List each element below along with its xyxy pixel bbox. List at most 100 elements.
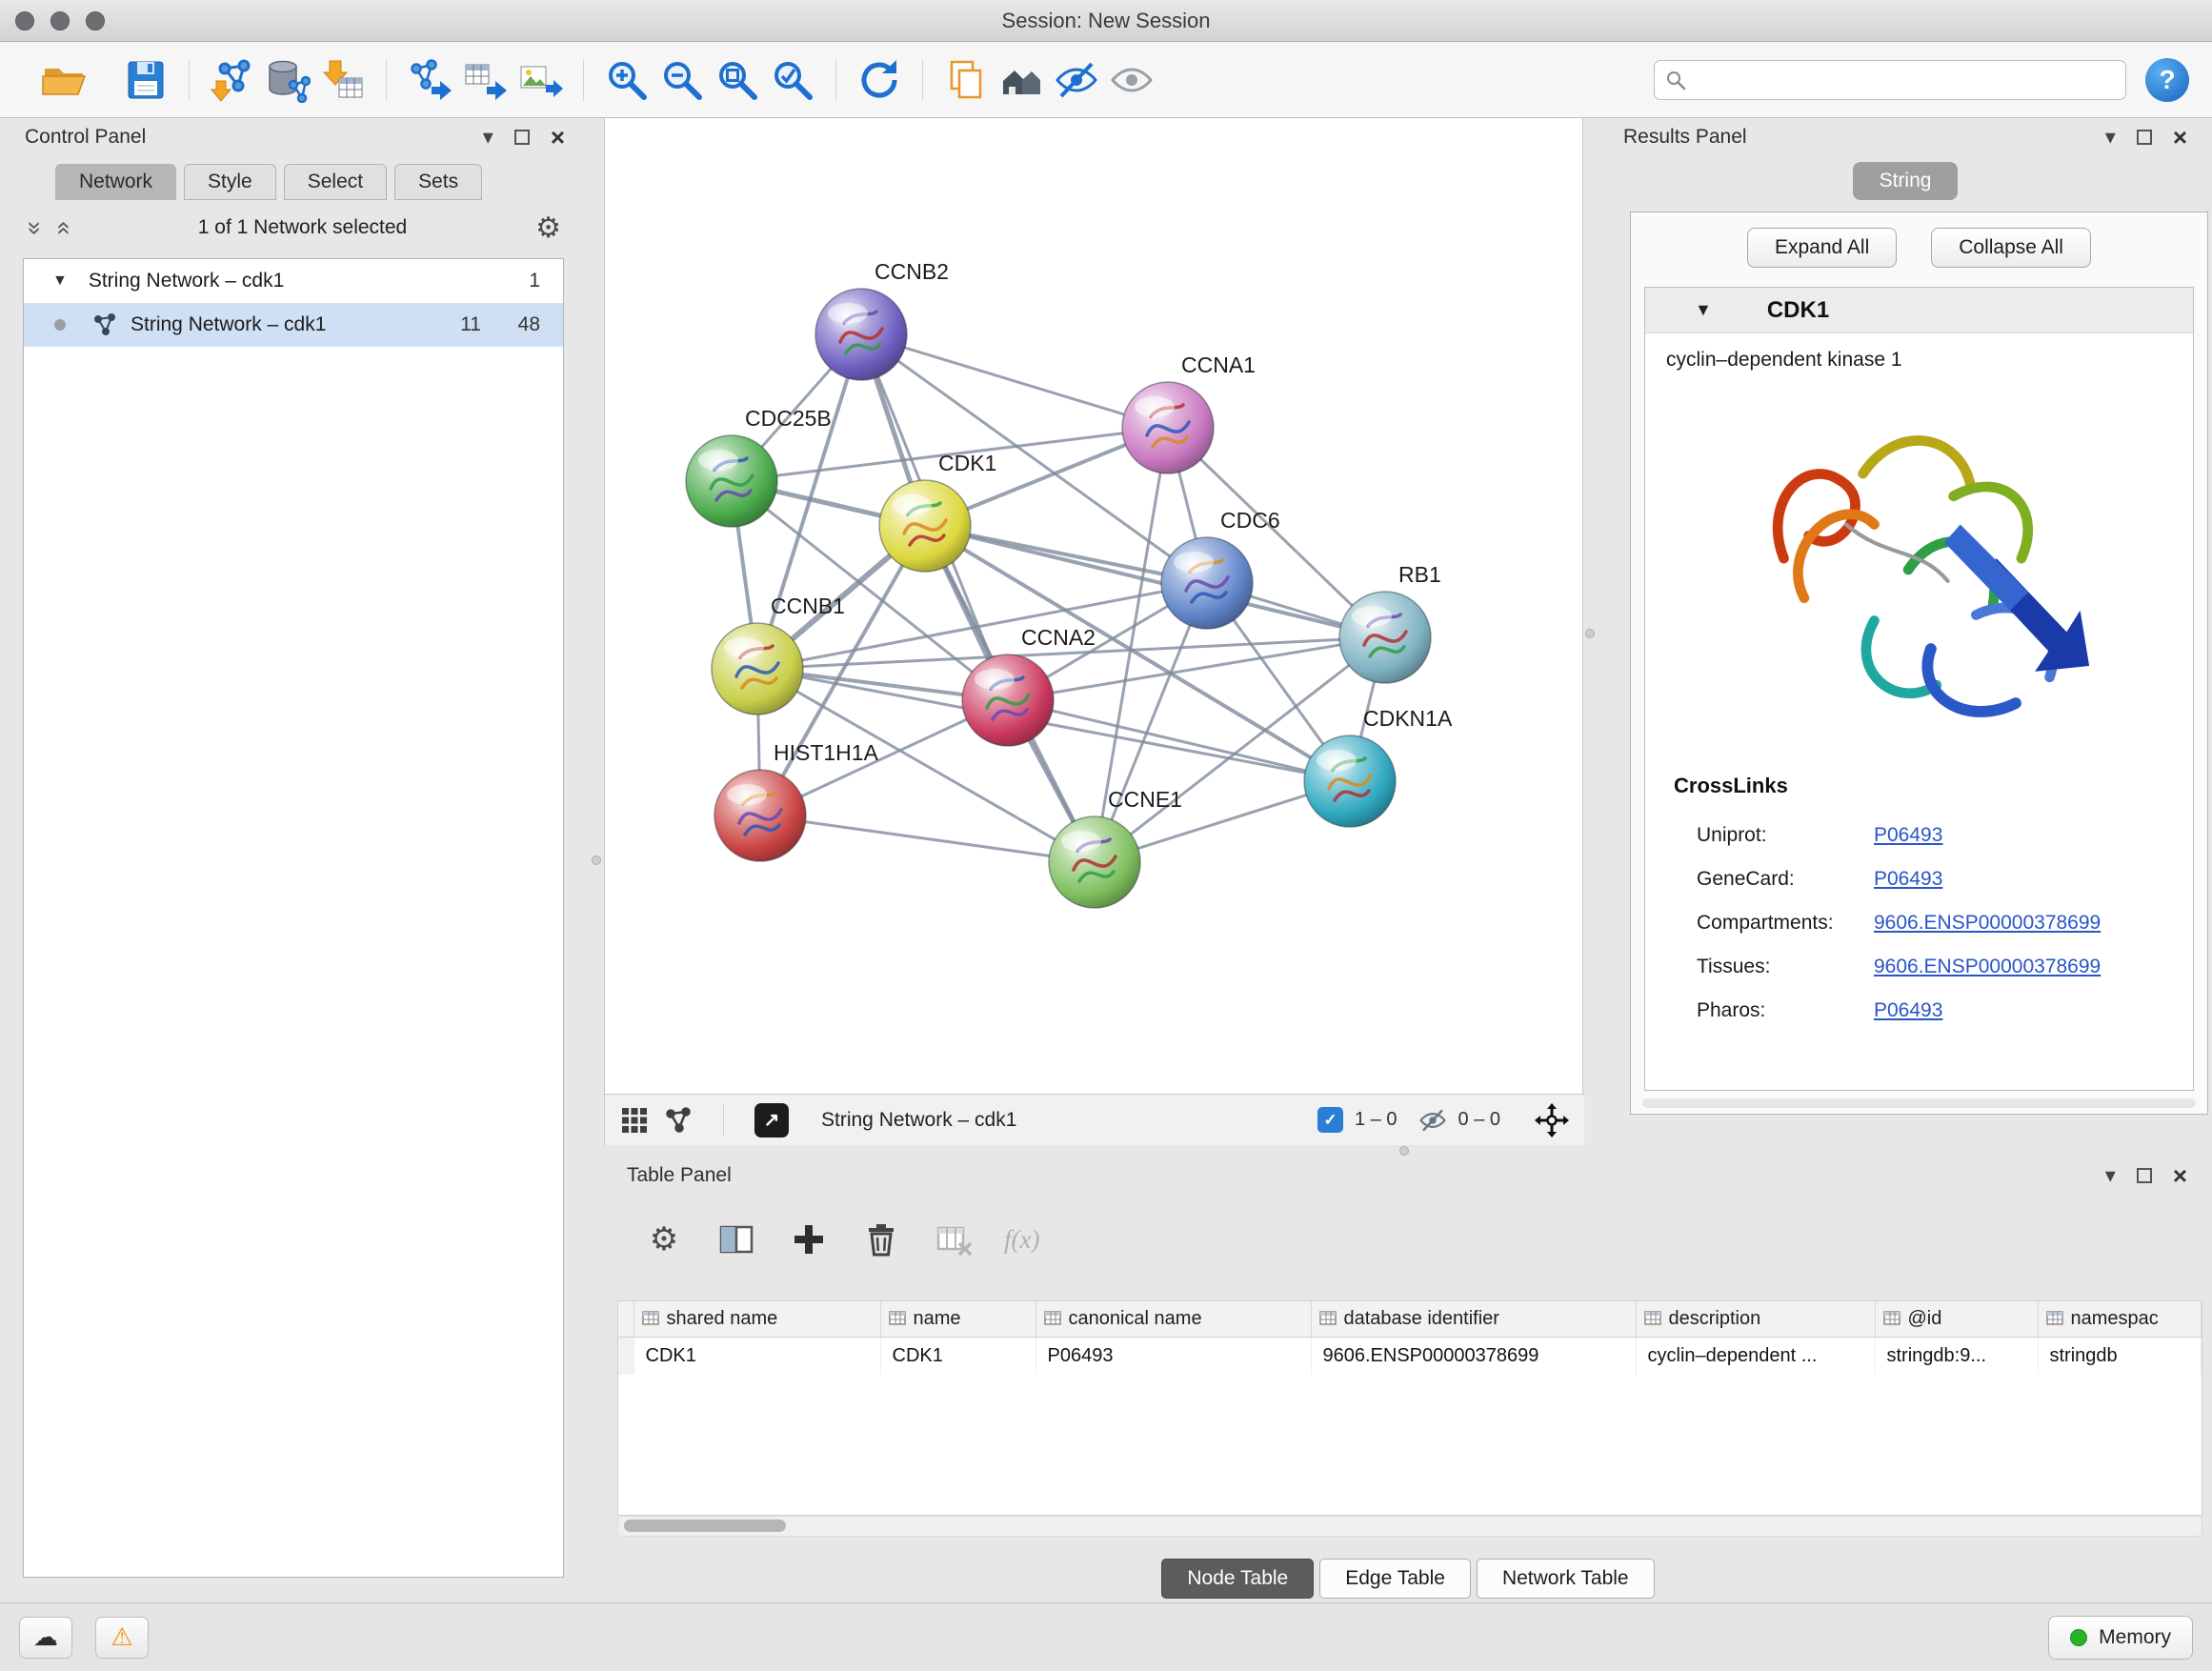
table-column-header[interactable]: name: [880, 1301, 1036, 1337]
expand-all-icon[interactable]: »: [48, 221, 77, 234]
table-column-header[interactable]: database identifier: [1311, 1301, 1636, 1337]
network-row-selected[interactable]: String Network – cdk1 11 48: [24, 303, 563, 347]
right-splitter-grip[interactable]: [1585, 629, 1595, 638]
help-button[interactable]: ?: [2145, 58, 2189, 102]
tab-select[interactable]: Select: [284, 164, 387, 200]
delete-column-button[interactable]: [859, 1218, 903, 1261]
network-node-ccnb1[interactable]: CCNB1: [712, 594, 845, 715]
cloud-services-button[interactable]: ☁: [19, 1617, 72, 1659]
network-collection-row[interactable]: ▼ String Network – cdk1 1: [24, 259, 563, 303]
import-network-database-button[interactable]: [260, 52, 315, 108]
export-image-button[interactable]: [513, 52, 568, 108]
table-cell[interactable]: CDK1: [880, 1337, 1036, 1375]
crosslink-link[interactable]: P06493: [1874, 999, 1942, 1022]
network-node-cdc6[interactable]: CDC6: [1161, 508, 1280, 629]
panel-menu-icon[interactable]: ▾: [2105, 1163, 2116, 1188]
panel-menu-icon[interactable]: ▾: [483, 125, 493, 150]
panel-close-icon[interactable]: ×: [2173, 130, 2187, 145]
expand-all-button[interactable]: Expand All: [1747, 228, 1897, 268]
network-node-ccne1[interactable]: CCNE1: [1049, 787, 1182, 908]
import-table-button[interactable]: [315, 52, 371, 108]
crosslink-link[interactable]: P06493: [1874, 868, 1942, 891]
panel-float-icon[interactable]: [514, 130, 530, 145]
detach-view-button[interactable]: ↗: [754, 1103, 789, 1137]
pan-crosshair-button[interactable]: [1535, 1103, 1569, 1137]
network-node-hist1h1a[interactable]: HIST1H1A: [714, 740, 879, 861]
table-column-header[interactable]: namespac: [2038, 1301, 2202, 1337]
table-cell[interactable]: stringdb: [2038, 1337, 2202, 1375]
close-window-button[interactable]: [15, 11, 34, 30]
open-session-button[interactable]: [36, 52, 91, 108]
export-table-button[interactable]: [457, 52, 513, 108]
table-options-gear-icon[interactable]: ⚙: [642, 1218, 686, 1261]
table-cell[interactable]: CDK1: [633, 1337, 880, 1375]
show-graphics-button[interactable]: [1104, 52, 1159, 108]
create-column-button[interactable]: [787, 1218, 831, 1261]
collapse-all-icon[interactable]: »: [21, 221, 50, 234]
table-cell[interactable]: 9606.ENSP00000378699: [1311, 1337, 1636, 1375]
table-row[interactable]: CDK1CDK1P064939606.ENSP00000378699cyclin…: [618, 1337, 2202, 1375]
show-columns-button[interactable]: [714, 1218, 758, 1261]
tab-style[interactable]: Style: [184, 164, 276, 200]
tab-network[interactable]: Network: [55, 164, 176, 200]
search-input[interactable]: [1695, 69, 2116, 91]
tab-string[interactable]: String: [1853, 162, 1959, 200]
panel-close-icon[interactable]: ×: [551, 130, 565, 145]
tab-edge-table[interactable]: Edge Table: [1319, 1559, 1471, 1599]
crosslink-link[interactable]: 9606.ENSP00000378699: [1874, 956, 2101, 978]
hide-graphics-button[interactable]: [1049, 52, 1104, 108]
collection-expand-icon[interactable]: ▼: [52, 272, 68, 290]
panel-menu-icon[interactable]: ▾: [2105, 125, 2116, 150]
tab-sets[interactable]: Sets: [394, 164, 482, 200]
home-browser-button[interactable]: [994, 52, 1049, 108]
table-column-header[interactable]: description: [1636, 1301, 1875, 1337]
network-node-rb1[interactable]: RB1: [1339, 562, 1441, 683]
memory-button[interactable]: Memory: [2048, 1616, 2193, 1660]
table-column-header[interactable]: canonical name: [1036, 1301, 1311, 1337]
copy-documents-button[interactable]: [938, 52, 994, 108]
save-session-button[interactable]: [118, 52, 173, 108]
results-scrollbar[interactable]: [1642, 1098, 2196, 1108]
panel-float-icon[interactable]: [2137, 130, 2152, 145]
table-column-header[interactable]: shared name: [633, 1301, 880, 1337]
network-options-gear-icon[interactable]: ⚙: [535, 211, 561, 245]
table-column-header[interactable]: @id: [1875, 1301, 2038, 1337]
tab-node-table[interactable]: Node Table: [1161, 1559, 1314, 1599]
left-splitter-grip[interactable]: [592, 856, 601, 865]
zoom-selected-button[interactable]: [765, 52, 820, 108]
selected-checkbox-icon[interactable]: ✓: [1317, 1107, 1343, 1133]
panel-float-icon[interactable]: [2137, 1168, 2152, 1183]
network-node-cdk1[interactable]: CDK1: [879, 451, 996, 572]
table-cell[interactable]: cyclin–dependent ...: [1636, 1337, 1875, 1375]
crosslink-link[interactable]: P06493: [1874, 824, 1942, 847]
panel-close-icon[interactable]: ×: [2173, 1168, 2187, 1183]
zoom-in-button[interactable]: [599, 52, 654, 108]
network-edge[interactable]: [861, 334, 1168, 428]
network-canvas[interactable]: CCNB2CCNA1CDC25BCDK1CDC6RB1CCNB1CCNA2CDK…: [605, 118, 1584, 1094]
bottom-splitter-grip[interactable]: [1399, 1146, 1409, 1156]
zoom-fit-button[interactable]: [710, 52, 765, 108]
table-cell[interactable]: stringdb:9...: [1875, 1337, 2038, 1375]
export-network-button[interactable]: [402, 52, 457, 108]
apply-layout-button[interactable]: [852, 52, 907, 108]
cdk1-section-header[interactable]: ▼ CDK1: [1645, 288, 2193, 333]
warnings-button[interactable]: ⚠: [95, 1617, 149, 1659]
import-network-file-button[interactable]: [205, 52, 260, 108]
network-edge[interactable]: [760, 815, 1095, 862]
table-horizontal-scrollbar[interactable]: [617, 1516, 2202, 1537]
crosslink-link[interactable]: 9606.ENSP00000378699: [1874, 912, 2101, 935]
tab-network-table[interactable]: Network Table: [1477, 1559, 1655, 1599]
zoom-window-button[interactable]: [86, 11, 105, 30]
network-node-ccna1[interactable]: CCNA1: [1122, 352, 1256, 473]
scrollbar-thumb[interactable]: [624, 1520, 786, 1532]
table-cell[interactable]: P06493: [1036, 1337, 1311, 1375]
zoom-out-button[interactable]: [654, 52, 710, 108]
birds-eye-view-button[interactable]: [620, 1106, 649, 1135]
collapse-all-button[interactable]: Collapse All: [1931, 228, 2091, 268]
network-edge[interactable]: [925, 526, 1385, 637]
minimize-window-button[interactable]: [50, 11, 70, 30]
network-node-cdc25b[interactable]: CDC25B: [686, 406, 832, 527]
network-share-button[interactable]: [664, 1106, 693, 1135]
network-node-ccnb2[interactable]: CCNB2: [815, 259, 949, 380]
section-collapse-icon[interactable]: ▼: [1695, 300, 1712, 320]
